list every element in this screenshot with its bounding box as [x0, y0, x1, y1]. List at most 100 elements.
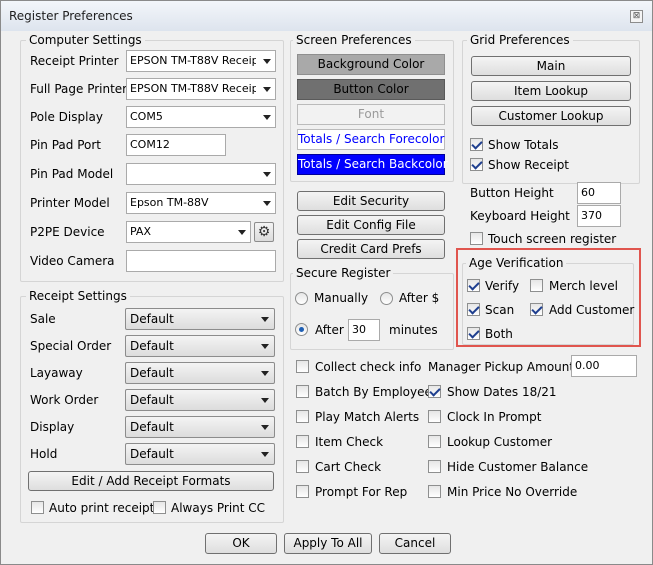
receipt-settings-title: Receipt Settings [26, 289, 130, 303]
min-price-no-override-checkbox[interactable] [428, 485, 441, 498]
edit-config-file-button[interactable]: Edit Config File [297, 215, 445, 235]
receipt-row-label: Work Order [30, 393, 99, 407]
full-page-printer-value: EPSON TM-T88V Receipt [130, 82, 256, 95]
auto-print-receipt-checkbox[interactable] [31, 501, 44, 514]
full-page-printer-label: Full Page Printer [30, 82, 128, 96]
receipt-format-select[interactable]: Default [125, 335, 275, 357]
video-camera-label: Video Camera [30, 254, 115, 268]
minutes-label: minutes [389, 323, 438, 337]
hide-customer-balance-label: Hide Customer Balance [447, 460, 589, 474]
pin-pad-model-select[interactable] [126, 163, 276, 185]
totals-search-forecolor-button[interactable]: Totals / Search Forecolor [297, 129, 445, 150]
p2pe-device-select[interactable]: PAX [126, 221, 251, 243]
receipt-row-label: Special Order [30, 339, 112, 353]
chevron-down-icon [263, 59, 271, 64]
title-bar: Register Preferences ⊠ [1, 1, 652, 31]
button-color-button[interactable]: Button Color [297, 79, 445, 100]
chevron-down-icon [263, 87, 271, 92]
manually-radio[interactable] [295, 292, 308, 305]
button-height-field[interactable]: 60 [577, 182, 621, 204]
customer-lookup-button[interactable]: Customer Lookup [471, 106, 631, 126]
register-preferences-window: Register Preferences ⊠ Computer Settings… [0, 0, 653, 565]
totals-search-backcolor-button[interactable]: Totals / Search Backcolor [297, 154, 448, 175]
show-receipt-label: Show Receipt [488, 158, 570, 172]
pole-display-select[interactable]: COM5 [126, 106, 276, 128]
always-print-cc-checkbox[interactable] [153, 501, 166, 514]
pin-pad-model-label: Pin Pad Model [30, 167, 114, 181]
receipt-format-select[interactable]: Default [125, 443, 275, 465]
show-dates-checkbox[interactable] [428, 385, 441, 398]
p2pe-device-value: PAX [130, 225, 151, 238]
receipt-format-value: Default [130, 420, 174, 434]
background-color-button[interactable]: Background Color [297, 54, 445, 75]
receipt-format-select[interactable]: Default [125, 308, 275, 330]
printer-model-value: Epson TM-88V [130, 196, 209, 209]
keyboard-height-field[interactable]: 370 [577, 205, 621, 227]
p2pe-device-label: P2PE Device [30, 225, 105, 239]
show-dates-label: Show Dates 18/21 [447, 385, 557, 399]
after-minutes-radio[interactable] [295, 323, 308, 336]
edit-security-button[interactable]: Edit Security [297, 191, 445, 211]
apply-to-all-button[interactable]: Apply To All [284, 533, 372, 554]
pole-display-label: Pole Display [30, 110, 103, 124]
clock-in-prompt-checkbox[interactable] [428, 410, 441, 423]
batch-by-employee-checkbox[interactable] [296, 385, 309, 398]
receipt-format-select[interactable]: Default [125, 389, 275, 411]
receipt-format-select[interactable]: Default [125, 362, 275, 384]
receipt-printer-label: Receipt Printer [30, 54, 119, 68]
credit-card-prefs-button[interactable]: Credit Card Prefs [297, 239, 445, 259]
after-dollar-radio[interactable] [380, 292, 393, 305]
cancel-button[interactable]: Cancel [379, 533, 451, 554]
batch-by-employee-label: Batch By Employee [315, 385, 432, 399]
font-button[interactable]: Font [297, 104, 445, 125]
printer-model-label: Printer Model [30, 196, 110, 210]
minutes-field[interactable]: 30 [348, 319, 380, 341]
pin-pad-port-field[interactable]: COM12 [126, 134, 226, 156]
chevron-down-icon [261, 371, 269, 376]
grid-preferences-title: Grid Preferences [467, 33, 573, 47]
prompt-for-rep-checkbox[interactable] [296, 485, 309, 498]
receipt-format-value: Default [130, 312, 174, 326]
receipt-printer-select[interactable]: EPSON TM-T88V Receipt [126, 50, 276, 72]
item-check-checkbox[interactable] [296, 435, 309, 448]
always-print-cc-label: Always Print CC [171, 501, 266, 515]
close-icon[interactable]: ⊠ [630, 10, 643, 23]
edit-receipt-formats-button[interactable]: Edit / Add Receipt Formats [28, 471, 274, 491]
lookup-customer-checkbox[interactable] [428, 435, 441, 448]
hide-customer-balance-checkbox[interactable] [428, 460, 441, 473]
receipt-format-select[interactable]: Default [125, 416, 275, 438]
show-receipt-checkbox[interactable] [470, 158, 483, 171]
show-totals-checkbox[interactable] [470, 138, 483, 151]
touch-screen-register-label: Touch screen register [488, 232, 617, 246]
item-lookup-button[interactable]: Item Lookup [471, 81, 631, 101]
receipt-format-value: Default [130, 447, 174, 461]
receipt-row-label: Hold [30, 447, 58, 461]
printer-model-select[interactable]: Epson TM-88V [126, 192, 276, 214]
full-page-printer-select[interactable]: EPSON TM-T88V Receipt [126, 78, 276, 100]
receipt-row-label: Layaway [30, 366, 83, 380]
manager-pickup-field[interactable]: 0.00 [571, 355, 637, 377]
min-price-no-override-label: Min Price No Override [447, 485, 578, 499]
gear-icon[interactable]: ⚙ [254, 222, 274, 242]
manager-pickup-label: Manager Pickup Amount [428, 360, 575, 374]
ok-button[interactable]: OK [205, 533, 277, 554]
receipt-row-label: Sale [30, 312, 56, 326]
chevron-down-icon [263, 201, 271, 206]
touch-screen-register-checkbox[interactable] [470, 232, 483, 245]
auto-print-receipt-label: Auto print receipt [49, 501, 155, 515]
chevron-down-icon [261, 425, 269, 430]
lookup-customer-label: Lookup Customer [447, 435, 553, 449]
chevron-down-icon [261, 398, 269, 403]
cart-check-label: Cart Check [315, 460, 382, 474]
play-match-alerts-checkbox[interactable] [296, 410, 309, 423]
cart-check-checkbox[interactable] [296, 460, 309, 473]
manually-label: Manually [314, 291, 369, 305]
collect-check-info-checkbox[interactable] [296, 360, 309, 373]
chevron-down-icon [263, 172, 271, 177]
pin-pad-port-label: Pin Pad Port [30, 138, 101, 152]
video-camera-field[interactable] [126, 250, 276, 272]
chevron-down-icon [261, 452, 269, 457]
prompt-for-rep-label: Prompt For Rep [315, 485, 408, 499]
grid-main-button[interactable]: Main [471, 56, 631, 76]
item-check-label: Item Check [315, 435, 384, 449]
